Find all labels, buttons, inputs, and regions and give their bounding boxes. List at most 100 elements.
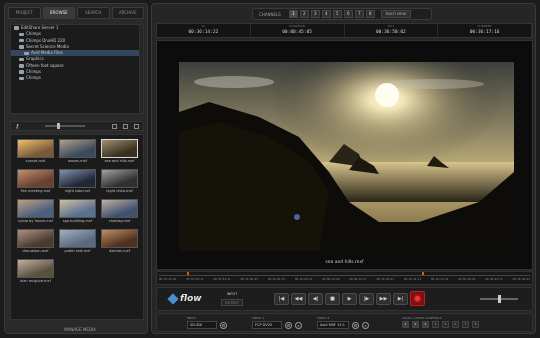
- step-back-button[interactable]: ◀|: [308, 293, 323, 305]
- record-icon: [415, 296, 420, 301]
- timecode-display: DURATION 00:00:45:05: [251, 24, 345, 37]
- channels-label: CHANNELS: [259, 11, 281, 17]
- timeline-tick-label: 00:36:44:13: [485, 278, 503, 281]
- grid-view-icon[interactable]: [123, 123, 128, 129]
- clip-thumbnail[interactable]: night sida.mxf: [59, 169, 96, 193]
- channel-button[interactable]: 8: [365, 10, 375, 18]
- bin-toolbar: ⚷: [10, 121, 144, 131]
- channel-button[interactable]: 6: [343, 10, 353, 18]
- video2-group: VIDEO 2 Avid MXF 15:1 ⚙ ⌕: [317, 316, 369, 329]
- clip-thumbnail-name: fish meeting.mxf: [20, 189, 51, 193]
- input-settings-gear-icon[interactable]: ⚙: [220, 321, 227, 329]
- channel-button[interactable]: 1: [288, 10, 298, 18]
- input-toggle[interactable]: INPUT: [221, 291, 243, 297]
- clip-thumbnail[interactable]: spa building.mxf: [59, 199, 96, 223]
- list-view-icon[interactable]: [112, 123, 117, 129]
- rewind-button[interactable]: ◀◀: [291, 293, 306, 305]
- clip-thumbnail-name: chatday.mxf: [108, 219, 131, 223]
- video1-search-icon[interactable]: ⌕: [295, 321, 302, 329]
- tree-item[interactable]: Chimps: [11, 75, 143, 81]
- clip-thumbnail[interactable]: alan mcguire.mxf: [17, 259, 54, 283]
- tree-item-label: Chimps: [26, 75, 41, 81]
- timeline-tick-label: 00:36:04:15: [267, 278, 285, 281]
- clip-thumbnail[interactable]: night chita.mxf: [101, 169, 138, 193]
- record-button[interactable]: [410, 291, 425, 306]
- clip-thumbnail-image: [59, 139, 96, 158]
- video-frame: [179, 62, 514, 251]
- volume-knob[interactable]: [498, 295, 501, 303]
- channel-button[interactable]: 5: [332, 10, 342, 18]
- channel-button[interactable]: 3: [310, 10, 320, 18]
- clip-name: sea and hills.mxf: [325, 260, 364, 265]
- audio-channel-button[interactable]: 1: [402, 321, 409, 328]
- tree-scrollbar[interactable]: [139, 25, 143, 113]
- video2-codec-select[interactable]: Avid MXF 15:1: [317, 321, 349, 329]
- video1-settings-gear-icon[interactable]: ⚙: [285, 321, 292, 329]
- tab-search[interactable]: SEARCH: [77, 7, 110, 19]
- manage-media-button[interactable]: MANAGE MEDIA: [45, 326, 115, 334]
- timeline-tick-label: 00:35:54:21: [213, 278, 231, 281]
- clip-thumbnail-image: [17, 199, 54, 218]
- fast-forward-button[interactable]: ▶▶: [376, 293, 391, 305]
- output-toggle[interactable]: OUTPUT: [221, 299, 243, 306]
- timeline-track[interactable]: [159, 275, 530, 276]
- detail-view-icon[interactable]: [134, 123, 139, 129]
- audio-channel-button[interactable]: 5: [442, 321, 449, 328]
- timeline-tick-label: 00:35:50:11: [186, 278, 204, 281]
- transport-buttons: |◀ ◀◀ ◀| ■ ▶ |▶ ▶▶ ▶|: [274, 291, 425, 306]
- audio-channel-button[interactable]: 3: [422, 321, 429, 328]
- channel-button[interactable]: 2: [299, 10, 309, 18]
- clip-thumbnail-name: sea and hills.mxf: [104, 159, 135, 163]
- clip-thumbnail[interactable]: sea and hills.mxf: [101, 139, 138, 163]
- key-icon[interactable]: ⚷: [15, 123, 19, 130]
- player-panel: CHANNELS 1 2 3 4 5 6 7 8 MULTI VIEW TC 00:36:14:2…: [151, 3, 536, 334]
- audio-channel-button[interactable]: 4: [432, 321, 439, 328]
- clip-thumbnail[interactable]: public talk.mxf: [59, 229, 96, 253]
- timeline-scrubber[interactable]: 00:35:45:05 00:35:50:11 00:35:54:21 00:36:0…: [156, 271, 533, 285]
- audio-channel-button[interactable]: 8: [472, 321, 479, 328]
- video-viewer[interactable]: sea and hills.mxf: [156, 40, 533, 270]
- video2-search-icon[interactable]: ⌕: [362, 321, 369, 329]
- timeline-tick-label: 00:36:34:19: [431, 278, 449, 281]
- audio-channel-button[interactable]: 2: [412, 321, 419, 328]
- timeline-tick-label: 00:36:15:09: [322, 278, 340, 281]
- audio-channel-buttons: 12345678: [402, 321, 479, 328]
- clip-thumbnail[interactable]: chatday.mxf: [101, 199, 138, 223]
- brand-name: flow: [180, 294, 202, 304]
- channel-button[interactable]: 4: [321, 10, 331, 18]
- channel-button[interactable]: 7: [354, 10, 364, 18]
- out-marker[interactable]: [422, 272, 424, 275]
- clip-thumbnail-name: waves.mxf: [68, 159, 87, 163]
- play-button[interactable]: ▶: [342, 293, 357, 305]
- folder-icon: [14, 26, 19, 30]
- video2-settings-gear-icon[interactable]: ⚙: [352, 321, 359, 329]
- video1-codec-select[interactable]: FCP DV25: [252, 321, 282, 329]
- input-format-select[interactable]: SD-SDI: [187, 321, 217, 329]
- clip-thumbnail-image: [101, 229, 138, 248]
- step-forward-button[interactable]: |▶: [359, 293, 374, 305]
- clip-thumbnail[interactable]: sunset.mxf: [17, 139, 54, 163]
- tab-project[interactable]: PROJECT: [8, 7, 41, 19]
- media-browser-panel: PROJECT BROWSE SEARCH ARCHIVE EditShare …: [4, 3, 148, 334]
- clip-thumbnail[interactable]: sylvia by house.mxf: [17, 199, 54, 223]
- thumbnail-size-slider[interactable]: [45, 123, 86, 129]
- clip-thumbnail[interactable]: fish meeting.mxf: [17, 169, 54, 193]
- folder-icon: [19, 57, 24, 62]
- go-to-end-button[interactable]: ▶|: [393, 293, 408, 305]
- transport-bar: flow INPUT OUTPUT |◀ ◀◀ ◀| ■ ▶ |▶ ▶▶ ▶|: [156, 287, 533, 311]
- clip-thumbnail[interactable]: dolman.mxf: [101, 229, 138, 253]
- clip-thumbnail[interactable]: waves.mxf: [59, 139, 96, 163]
- audio-channel-button[interactable]: 7: [462, 321, 469, 328]
- in-marker[interactable]: [187, 272, 189, 275]
- slider-knob[interactable]: [57, 123, 61, 129]
- go-to-start-button[interactable]: |◀: [274, 293, 289, 305]
- tab-browse[interactable]: BROWSE: [42, 7, 75, 19]
- clip-thumbnail-name: spa building.mxf: [62, 219, 93, 223]
- multi-view-button[interactable]: MULTI VIEW: [380, 10, 411, 18]
- stop-button[interactable]: ■: [325, 293, 340, 305]
- audio-channel-button[interactable]: 6: [452, 321, 459, 328]
- volume-slider[interactable]: [480, 295, 518, 303]
- clip-thumbnail[interactable]: discussion.mxf: [17, 229, 54, 253]
- tab-archive[interactable]: ARCHIVE: [111, 7, 144, 19]
- browser-tabs: PROJECT BROWSE SEARCH ARCHIVE: [8, 7, 144, 19]
